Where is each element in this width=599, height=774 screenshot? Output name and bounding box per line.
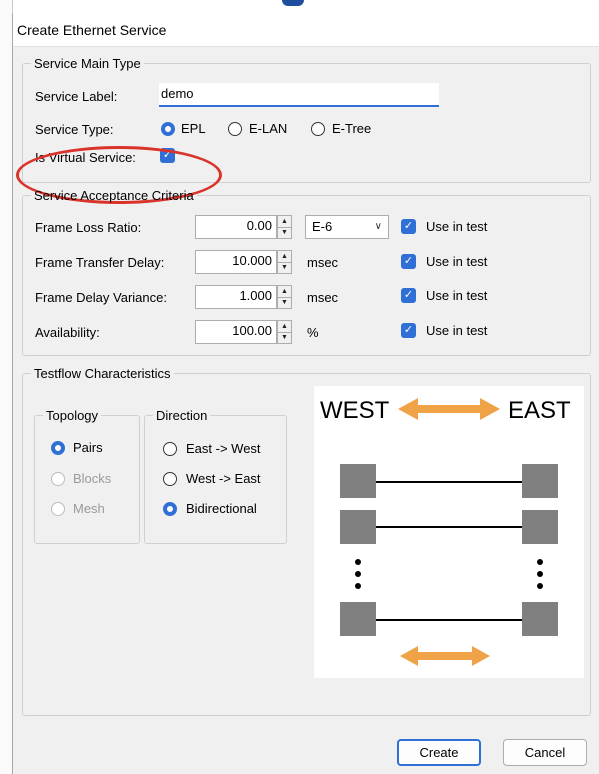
frame-loss-ratio-spinner[interactable]: ▲ ▼ xyxy=(277,215,292,239)
topology-pairs-radio[interactable] xyxy=(51,441,65,455)
background-app-badge xyxy=(282,0,304,6)
frame-delay-variance-input[interactable]: 1.000 xyxy=(195,285,277,309)
service-type-label: Service Type: xyxy=(35,122,114,137)
direction-east-west-label: East -> West xyxy=(186,441,261,456)
availability-label: Availability: xyxy=(35,325,100,340)
topology-pairs-label: Pairs xyxy=(73,440,103,455)
chevron-down-icon: ∨ xyxy=(374,221,382,232)
create-ethernet-service-dialog: Create Ethernet Service Service Main Typ… xyxy=(12,14,599,774)
title-bar[interactable]: Create Ethernet Service xyxy=(13,14,599,47)
service-type-elan-label: E-LAN xyxy=(249,121,288,136)
east-label: EAST xyxy=(508,397,571,424)
testflow-characteristics-legend: Testflow Characteristics xyxy=(34,366,171,381)
availability-input[interactable]: 100.00 xyxy=(195,320,277,344)
west-node xyxy=(340,602,376,636)
frame-loss-ratio-label: Frame Loss Ratio: xyxy=(35,220,142,235)
ellipsis-dots-icon xyxy=(355,559,543,589)
frame-delay-variance-spinner[interactable]: ▲ ▼ xyxy=(277,285,292,309)
east-node xyxy=(522,602,558,636)
spin-down-icon[interactable]: ▼ xyxy=(278,332,291,343)
direction-west-east-radio[interactable] xyxy=(163,472,177,486)
service-type-etree-radio[interactable] xyxy=(311,122,325,136)
frame-transfer-delay-label: Frame Transfer Delay: xyxy=(35,255,165,270)
frame-transfer-delay-input[interactable]: 10.000 xyxy=(195,250,277,274)
dialog-title: Create Ethernet Service xyxy=(17,22,167,38)
topology-mesh-label: Mesh xyxy=(73,501,105,516)
frame-delay-variance-unit: msec xyxy=(307,290,339,305)
frame-transfer-delay-unit: msec xyxy=(307,255,339,270)
direction-legend: Direction xyxy=(156,408,208,423)
frame-transfer-use-label: Use in test xyxy=(426,254,488,269)
topology-blocks-radio[interactable] xyxy=(51,472,65,486)
testflow-diagram: WEST EAST xyxy=(314,386,584,678)
spin-down-icon[interactable]: ▼ xyxy=(278,227,291,238)
topology-legend: Topology xyxy=(46,408,99,423)
service-type-epl-radio[interactable] xyxy=(161,122,175,136)
east-node xyxy=(522,464,558,498)
topology-mesh-radio[interactable] xyxy=(51,502,65,516)
top-double-arrow-icon xyxy=(398,398,500,420)
cancel-button[interactable]: Cancel xyxy=(503,739,587,766)
availability-unit: % xyxy=(307,325,319,340)
west-node xyxy=(340,464,376,498)
east-node xyxy=(522,510,558,544)
frame-delay-variance-label: Frame Delay Variance: xyxy=(35,290,167,305)
availability-use-checkbox[interactable]: ✓ xyxy=(401,323,416,338)
create-button[interactable]: Create xyxy=(397,739,481,766)
frame-loss-use-checkbox[interactable]: ✓ xyxy=(401,219,416,234)
frame-loss-ratio-input[interactable]: 0.00 xyxy=(195,215,277,239)
availability-spinner[interactable]: ▲ ▼ xyxy=(277,320,292,344)
topology-blocks-label: Blocks xyxy=(73,471,112,486)
availability-use-label: Use in test xyxy=(426,323,488,338)
bottom-double-arrow-icon xyxy=(400,646,490,666)
frame-loss-unit-value: E-6 xyxy=(312,219,333,234)
service-label-label: Service Label: xyxy=(35,89,118,104)
direction-east-west-radio[interactable] xyxy=(163,442,177,456)
is-virtual-service-label: Is Virtual Service: xyxy=(35,150,136,165)
direction-bidirectional-label: Bidirectional xyxy=(186,501,257,516)
service-main-type-legend: Service Main Type xyxy=(34,56,141,71)
spin-down-icon[interactable]: ▼ xyxy=(278,262,291,273)
frame-loss-unit-select[interactable]: E-6 ∨ xyxy=(305,215,389,239)
direction-bidirectional-radio[interactable] xyxy=(163,502,177,516)
acceptance-criteria-legend: Service Acceptance Criteria xyxy=(34,188,194,203)
frame-loss-use-label: Use in test xyxy=(426,219,488,234)
is-virtual-service-checkbox[interactable]: ✓ xyxy=(160,148,175,163)
service-type-elan-radio[interactable] xyxy=(228,122,242,136)
frame-delay-use-label: Use in test xyxy=(426,288,488,303)
frame-transfer-delay-spinner[interactable]: ▲ ▼ xyxy=(277,250,292,274)
frame-delay-use-checkbox[interactable]: ✓ xyxy=(401,288,416,303)
direction-west-east-label: West -> East xyxy=(186,471,261,486)
service-label-input[interactable]: demo xyxy=(159,83,439,107)
west-node xyxy=(340,510,376,544)
service-type-etree-label: E-Tree xyxy=(332,121,372,136)
frame-transfer-use-checkbox[interactable]: ✓ xyxy=(401,254,416,269)
service-type-epl-label: EPL xyxy=(181,121,206,136)
topology-diagram-svg: WEST EAST xyxy=(320,397,571,666)
spin-down-icon[interactable]: ▼ xyxy=(278,297,291,308)
west-label: WEST xyxy=(320,397,390,424)
